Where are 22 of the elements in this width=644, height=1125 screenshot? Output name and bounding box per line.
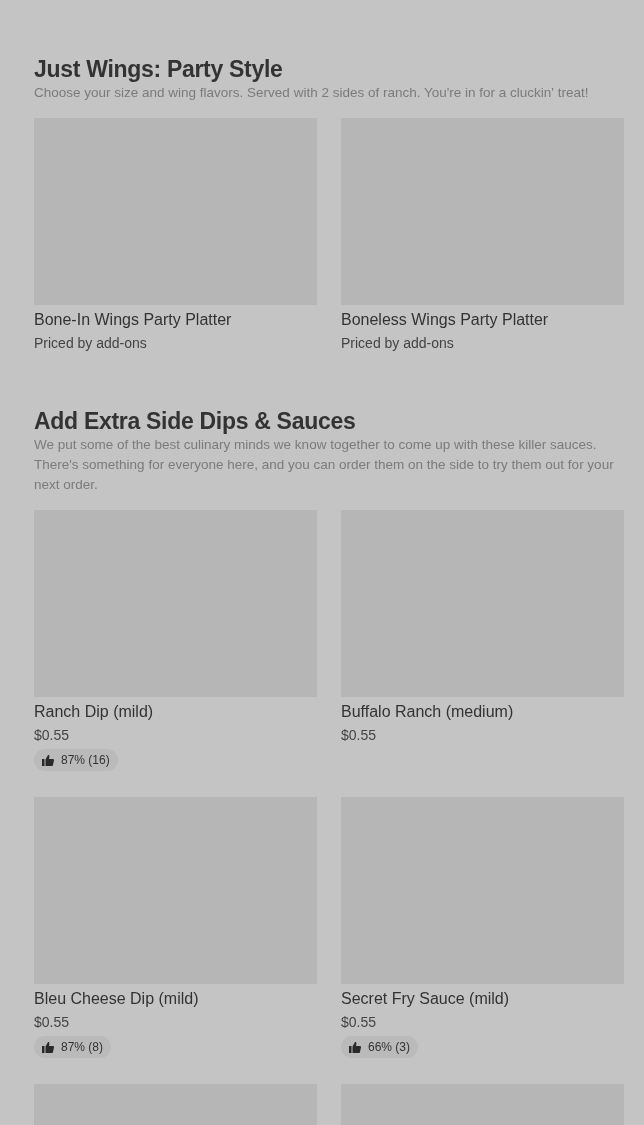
item-name[interactable]: Buffalo Ranch (medium) [341,701,624,723]
rating-text: 66% (3) [368,1040,411,1054]
item-name[interactable]: Ranch Dip (mild) [34,701,317,723]
item-price: $0.55 [341,1013,378,1032]
thumbs-up-icon [42,754,54,766]
section-description: We put some of the best culinary minds we know together to come up with these killer sauces. There's something for everyone here, and you can order them on the side to try them out for your next order. [34,436,615,494]
item-name[interactable]: Bone-In Wings Party Platter [34,309,317,331]
rating-text: 87% (8) [61,1040,104,1054]
item-name[interactable]: Bleu Cheese Dip (mild) [34,988,317,1010]
thumbs-up-icon [42,1041,54,1053]
item-name[interactable]: Secret Fry Sauce (mild) [341,988,624,1010]
section-description: Choose your size and wing flavors. Served with 2 sides of ranch. You're in for a cluckin' treat! [34,84,590,102]
item-price: Priced by add-ons [341,334,455,353]
section-title: Add Extra Side Dips & Sauces [34,407,357,435]
rating-text: 87% (16) [61,753,110,767]
item-name[interactable]: Boneless Wings Party Platter [341,309,624,331]
item-price: $0.55 [34,1013,71,1032]
item-price: Priced by add-ons [34,334,148,353]
item-price: $0.55 [341,726,378,745]
section-title: Just Wings: Party Style [34,55,284,83]
item-price: $0.55 [34,726,71,745]
thumbs-up-icon [349,1041,361,1053]
